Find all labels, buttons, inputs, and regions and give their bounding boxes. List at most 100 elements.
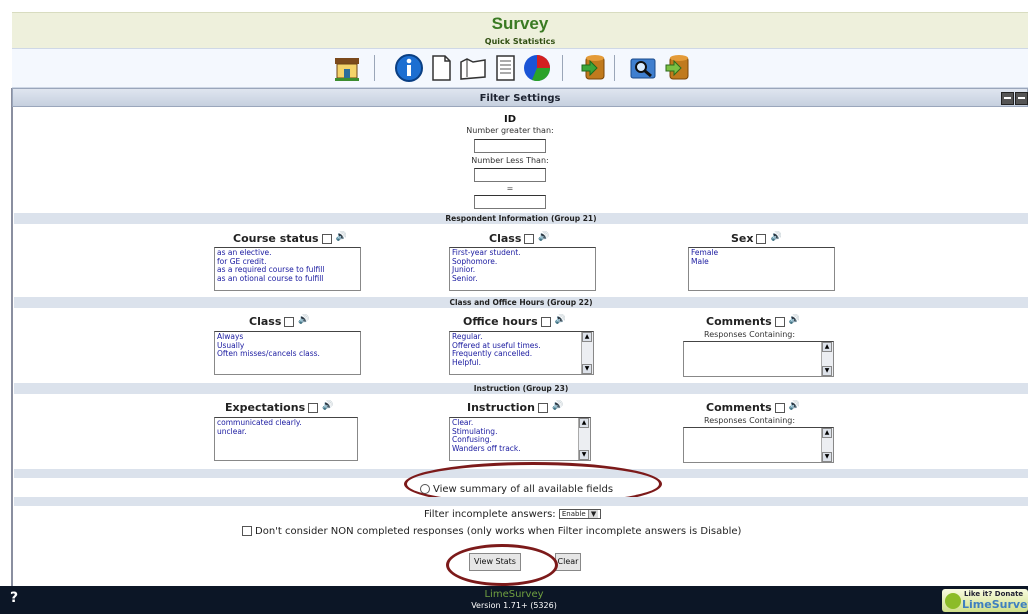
info-icon[interactable]: [394, 53, 424, 83]
footer: ? LimeSurvey Version 1.71+ (5326) Like i…: [0, 586, 1028, 614]
scroll-up-icon[interactable]: ▲: [822, 342, 832, 352]
selected-value: Enable: [561, 510, 586, 518]
list-option[interactable]: Female: [691, 248, 832, 258]
select-checkbox[interactable]: [308, 403, 319, 413]
admin-toolbar: [12, 48, 1028, 88]
scroll-down-icon[interactable]: ▼: [579, 450, 589, 460]
list-scrollbar[interactable]: ▲ ▼: [578, 418, 590, 460]
toolbar-separator: [374, 55, 375, 81]
export-database-icon[interactable]: [578, 53, 608, 83]
minimize-icon[interactable]: [1001, 92, 1014, 105]
group-header: Instruction (Group 23): [14, 383, 1028, 394]
clear-button[interactable]: Clear: [555, 553, 581, 571]
sex-list[interactable]: Female Male: [688, 247, 835, 291]
noncomplete-option[interactable]: Don't consider NON completed responses (…: [242, 526, 741, 537]
comments-textarea[interactable]: ▲ ▼: [683, 427, 834, 463]
quick-statistics-subtitle: Quick Statistics: [12, 35, 1028, 48]
home-icon[interactable]: [332, 53, 362, 83]
select-checkbox[interactable]: [284, 317, 295, 327]
donate-button[interactable]: Like it? Donate LimeSurvey: [942, 589, 1028, 612]
list-option[interactable]: as an otional course to fulfill: [217, 274, 358, 284]
speaker-icon[interactable]: 🔊: [789, 401, 800, 411]
list-scrollbar[interactable]: ▲ ▼: [581, 332, 593, 374]
list-option[interactable]: unclear.: [217, 427, 355, 437]
responses-containing-label: Responses Containing:: [704, 416, 796, 425]
incomplete-select[interactable]: Enable ▼: [558, 509, 602, 519]
group-header: Respondent Information (Group 21): [14, 213, 1028, 224]
filter-incomplete-label: Filter incomplete answers:: [424, 509, 556, 520]
select-checkbox[interactable]: [540, 317, 551, 327]
id-equals-input[interactable]: [474, 195, 546, 209]
question-label: Comments: [706, 315, 772, 328]
question-class: Class 🔊: [489, 232, 550, 245]
textarea-scrollbar[interactable]: ▲ ▼: [821, 342, 833, 376]
class-list[interactable]: First-year student. Sophomore. Junior. S…: [449, 247, 596, 291]
list-option[interactable]: Wanders off track.: [452, 444, 588, 454]
question-office-hours: Office hours 🔊: [463, 315, 566, 328]
scroll-down-icon[interactable]: ▼: [822, 452, 832, 462]
pie-chart-icon[interactable]: [522, 53, 552, 83]
question-sex: Sex 🔊: [731, 232, 782, 245]
expectations-list[interactable]: communicated clearly. unclear.: [214, 417, 358, 461]
scroll-down-icon[interactable]: ▼: [582, 364, 592, 374]
import-database-icon[interactable]: [662, 53, 692, 83]
select-checkbox[interactable]: [774, 317, 785, 327]
question-instruction: Instruction 🔊: [467, 401, 563, 414]
scroll-up-icon[interactable]: ▲: [582, 332, 592, 342]
question-course-status: Course status 🔊: [233, 232, 347, 245]
greater-than-label: Number greater than:: [466, 126, 554, 135]
report-icon[interactable]: [490, 53, 520, 83]
noncomplete-checkbox[interactable]: [242, 526, 252, 536]
class-attendance-list[interactable]: Always Usually Often misses/cancels clas…: [214, 331, 361, 375]
donate-label: Like it? Donate: [964, 590, 1024, 598]
speaker-icon[interactable]: 🔊: [789, 315, 800, 325]
question-comments: Comments 🔊: [706, 401, 800, 414]
search-icon[interactable]: [628, 53, 658, 83]
select-checkbox[interactable]: [537, 403, 548, 413]
select-checkbox[interactable]: [524, 234, 535, 244]
folder-icon[interactable]: [458, 53, 488, 83]
section-divider: [14, 497, 1028, 506]
speaker-icon[interactable]: 🔊: [552, 401, 563, 411]
list-option[interactable]: Often misses/cancels class.: [217, 349, 358, 359]
question-comments: Comments 🔊: [706, 315, 800, 328]
toolbar-separator: [614, 55, 615, 81]
filter-incomplete-row: Filter incomplete answers: Enable ▼: [424, 509, 602, 520]
limesurvey-logo-icon: [945, 593, 961, 609]
select-checkbox[interactable]: [756, 234, 767, 244]
id-greater-input[interactable]: [474, 139, 546, 153]
select-checkbox[interactable]: [774, 403, 785, 413]
speaker-icon[interactable]: 🔊: [555, 315, 566, 325]
question-label: Class: [489, 232, 522, 245]
speaker-icon[interactable]: 🔊: [770, 232, 781, 242]
speaker-icon[interactable]: 🔊: [538, 232, 549, 242]
annotation-circle: [446, 544, 558, 586]
question-label: Expectations: [225, 401, 306, 414]
comments-textarea[interactable]: ▲ ▼: [683, 341, 834, 377]
instruction-list[interactable]: Clear. Stimulating. Confusing. Wanders o…: [449, 417, 591, 461]
filter-settings-title: Filter Settings: [479, 93, 561, 104]
list-option[interactable]: Helpful.: [452, 358, 591, 368]
speaker-icon[interactable]: 🔊: [322, 401, 333, 411]
id-label: ID: [503, 114, 517, 125]
maximize-icon[interactable]: [1015, 92, 1028, 105]
scroll-up-icon[interactable]: ▲: [579, 418, 589, 428]
textarea-scrollbar[interactable]: ▲ ▼: [821, 428, 833, 462]
toolbar-separator: [562, 55, 563, 81]
donate-brand: LimeSurvey: [962, 598, 1028, 611]
speaker-icon[interactable]: 🔊: [336, 232, 347, 242]
speaker-icon[interactable]: 🔊: [298, 315, 309, 325]
select-checkbox[interactable]: [321, 234, 332, 244]
document-icon[interactable]: [426, 53, 456, 83]
frame-border: [11, 88, 13, 586]
office-hours-list[interactable]: Regular. Offered at useful times. Freque…: [449, 331, 594, 375]
list-option[interactable]: Senior.: [452, 274, 593, 284]
list-option[interactable]: Male: [691, 257, 832, 267]
scroll-up-icon[interactable]: ▲: [822, 428, 832, 438]
scroll-down-icon[interactable]: ▼: [822, 366, 832, 376]
id-less-input[interactable]: [474, 168, 546, 182]
less-than-label: Number Less Than:: [471, 156, 549, 165]
chevron-down-icon[interactable]: ▼: [587, 510, 599, 518]
course-status-list[interactable]: as an elective. for GE credit. as a requ…: [214, 247, 361, 291]
responses-containing-label: Responses Containing:: [704, 330, 796, 339]
